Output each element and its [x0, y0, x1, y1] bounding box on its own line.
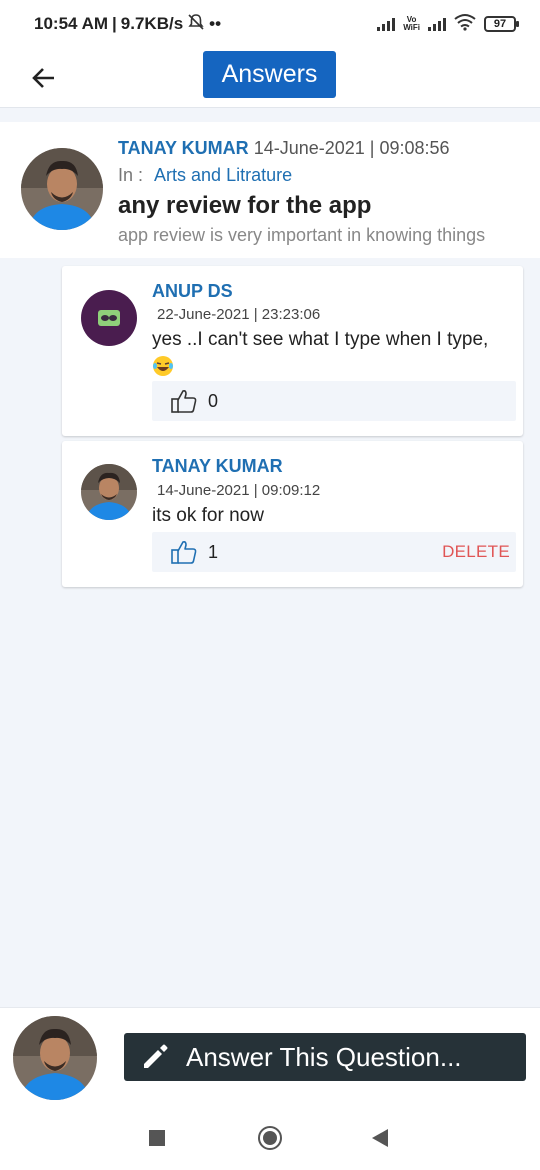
status-left: 10:54 AM | 9.7KB/s •• [34, 13, 221, 36]
notification-dots: •• [209, 14, 222, 33]
avatar[interactable] [81, 290, 137, 346]
battery-icon: 97 [484, 16, 519, 32]
avatar[interactable] [81, 464, 137, 520]
status-time: 10:54 AM [34, 14, 109, 33]
mute-icon [187, 13, 205, 36]
question-title: any review for the app [118, 192, 372, 219]
answer-question-button[interactable]: Answer This Question... [124, 1033, 526, 1081]
back-button[interactable] [26, 60, 62, 96]
answer-actions: 1 DELETE [152, 532, 516, 572]
question-date: 14-June-2021 | 09:08:56 [253, 138, 450, 158]
signal-icon [377, 17, 396, 31]
answer-date: 14-June-2021 | 09:09:12 [157, 482, 321, 499]
system-nav-bar [0, 1105, 540, 1170]
question-description: app review is very important in knowing … [118, 225, 486, 245]
answer-card: TANAY KUMAR 14-June-2021 | 09:09:12 its … [62, 441, 523, 587]
like-count: 0 [208, 391, 219, 411]
question-author[interactable]: TANAY KUMAR [118, 138, 249, 158]
laughing-emoji-icon [153, 356, 173, 376]
question-meta: TANAY KUMAR 14-June-2021 | 09:08:56 [118, 138, 450, 159]
answer-card: ANUP DS 22-June-2021 | 23:23:06 yes ..I … [62, 266, 523, 436]
system-back-button[interactable] [372, 1129, 388, 1147]
recents-button[interactable] [149, 1130, 165, 1146]
answer-author[interactable]: TANAY KUMAR [152, 456, 283, 477]
answer-date: 22-June-2021 | 23:23:06 [157, 306, 321, 323]
app-bar: Answers [0, 48, 540, 108]
thumbs-up-icon[interactable] [170, 387, 198, 415]
wifi-icon [454, 13, 476, 36]
status-bar: 10:54 AM | 9.7KB/s •• Vo WiFi 97 [0, 0, 540, 48]
signal-icon-2 [428, 17, 446, 31]
back-arrow-icon [32, 68, 54, 88]
status-right: Vo WiFi 97 [377, 13, 519, 36]
page-title: Answers [203, 51, 336, 98]
answer-text: its ok for now [152, 505, 264, 526]
avatar[interactable] [13, 1016, 97, 1100]
pencil-icon [144, 1044, 168, 1068]
answer-text: yes ..I can't see what I type when I typ… [152, 329, 489, 350]
avatar[interactable] [21, 148, 103, 230]
answer-author[interactable]: ANUP DS [152, 281, 233, 302]
home-button[interactable] [258, 1126, 282, 1150]
question-card: TANAY KUMAR 14-June-2021 | 09:08:56 In :… [0, 122, 540, 258]
answer-actions: 0 [152, 381, 516, 421]
category-label: In : [118, 165, 144, 185]
vowifi-icon: Vo WiFi [403, 15, 420, 32]
category-link[interactable]: Arts and Litrature [154, 165, 292, 185]
network-speed: 9.7KB/s [120, 14, 184, 33]
thumbs-up-icon[interactable] [170, 538, 198, 566]
delete-button[interactable]: DELETE [442, 542, 510, 562]
like-count: 1 [208, 542, 219, 562]
answer-button-label: Answer This Question... [186, 1041, 462, 1072]
bottom-bar: Answer This Question... [0, 1007, 540, 1105]
question-category-line: In : Arts and Litrature [118, 165, 292, 186]
